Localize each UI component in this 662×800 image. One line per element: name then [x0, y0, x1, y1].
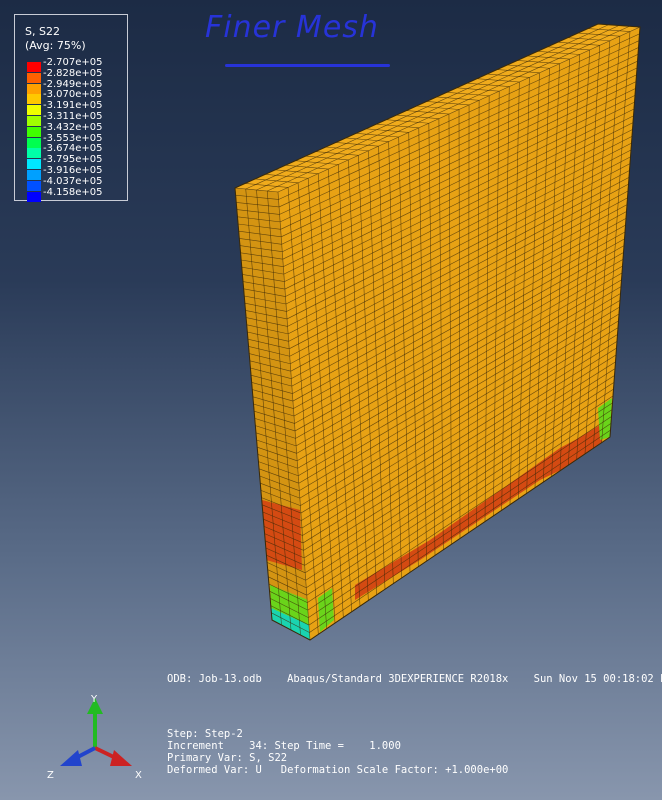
step-info: Step: Step-2 [167, 728, 243, 740]
primary-var-info: Primary Var: S, S22 [167, 752, 288, 764]
y-axis-label: Y [90, 694, 98, 705]
x-axis-label: X [135, 770, 142, 781]
odb-info: ODB: Job-13.odb Abaqus/Standard 3DEXPERI… [167, 673, 662, 685]
z-axis-arrowhead [60, 750, 82, 766]
mesh-part[interactable] [234, 23, 641, 641]
deformed-var-info: Deformed Var: U Deformation Scale Factor… [167, 764, 509, 776]
increment-info: Increment 34: Step Time = 1.000 [167, 740, 401, 752]
x-axis-arrowhead [110, 750, 132, 766]
view-triad[interactable]: Y X Z [40, 688, 150, 788]
z-axis-label: Z [47, 770, 54, 781]
